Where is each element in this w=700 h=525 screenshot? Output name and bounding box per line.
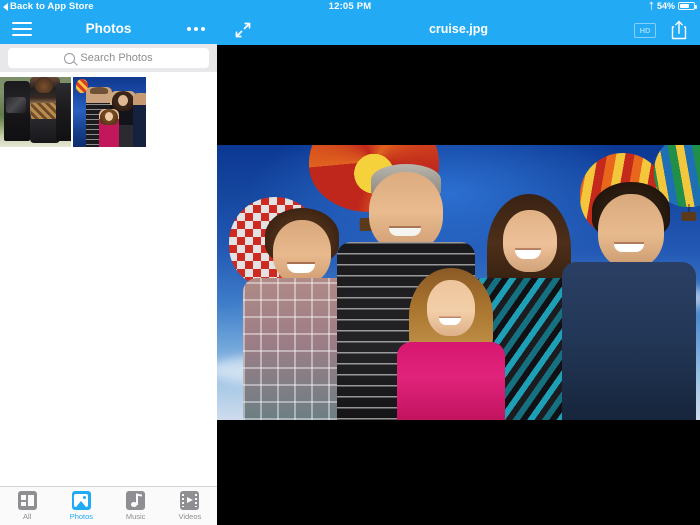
tab-videos-label: Videos bbox=[178, 512, 202, 521]
sidebar-title: Photos bbox=[85, 21, 132, 36]
search-bar: Search Photos bbox=[0, 44, 217, 72]
viewer-toolbar: cruise.jpg HD bbox=[217, 14, 700, 45]
thumbnail-item[interactable] bbox=[73, 77, 146, 147]
tab-photos-label: Photos bbox=[69, 512, 94, 521]
tab-music-label: Music bbox=[125, 512, 146, 521]
video-film-icon bbox=[180, 491, 200, 510]
status-bar-right: ᛏ 54% bbox=[648, 0, 697, 11]
hd-badge[interactable]: HD bbox=[634, 23, 656, 38]
photos-icon bbox=[71, 491, 91, 510]
tab-videos[interactable]: Videos bbox=[163, 487, 217, 525]
photo-viewer: cruise.jpg HD bbox=[217, 14, 700, 525]
tab-all[interactable]: All bbox=[0, 487, 54, 525]
status-bar-clock: 12:05 PM bbox=[328, 1, 372, 12]
thumbnail-grid bbox=[0, 72, 217, 525]
bottom-tab-bar: All Photos Music Videos bbox=[0, 486, 217, 525]
thumbnail-item[interactable] bbox=[0, 77, 71, 147]
thumbnail-1-image bbox=[0, 77, 71, 147]
sidebar: Photos Search Photos All Photos Music Vi… bbox=[0, 14, 217, 525]
tab-all-label: All bbox=[22, 512, 32, 521]
music-note-icon bbox=[126, 491, 146, 510]
tab-music[interactable]: Music bbox=[109, 487, 163, 525]
bluetooth-icon: ᛏ bbox=[648, 0, 654, 11]
status-bar: Back to App Store 12:05 PM ᛏ 54% bbox=[0, 0, 700, 14]
more-options-icon[interactable] bbox=[187, 14, 205, 44]
photo-stage[interactable] bbox=[217, 45, 700, 525]
person-figure bbox=[562, 176, 696, 420]
app-root: Back to App Store 12:05 PM ᛏ 54% Photos … bbox=[0, 0, 700, 525]
search-input[interactable]: Search Photos bbox=[8, 48, 209, 68]
tab-photos[interactable]: Photos bbox=[54, 487, 108, 525]
search-icon bbox=[64, 52, 76, 64]
all-files-icon bbox=[17, 491, 37, 510]
share-upload-icon[interactable] bbox=[670, 20, 688, 40]
sidebar-navbar: Photos bbox=[0, 14, 217, 44]
viewer-filename: cruise.jpg bbox=[428, 22, 489, 36]
photo-image bbox=[217, 145, 700, 420]
person-figure bbox=[393, 268, 509, 420]
battery-percent: 54% bbox=[656, 1, 675, 11]
thumbnail-2-image bbox=[73, 77, 146, 147]
battery-icon bbox=[678, 2, 697, 10]
search-placeholder: Search Photos bbox=[80, 52, 153, 64]
